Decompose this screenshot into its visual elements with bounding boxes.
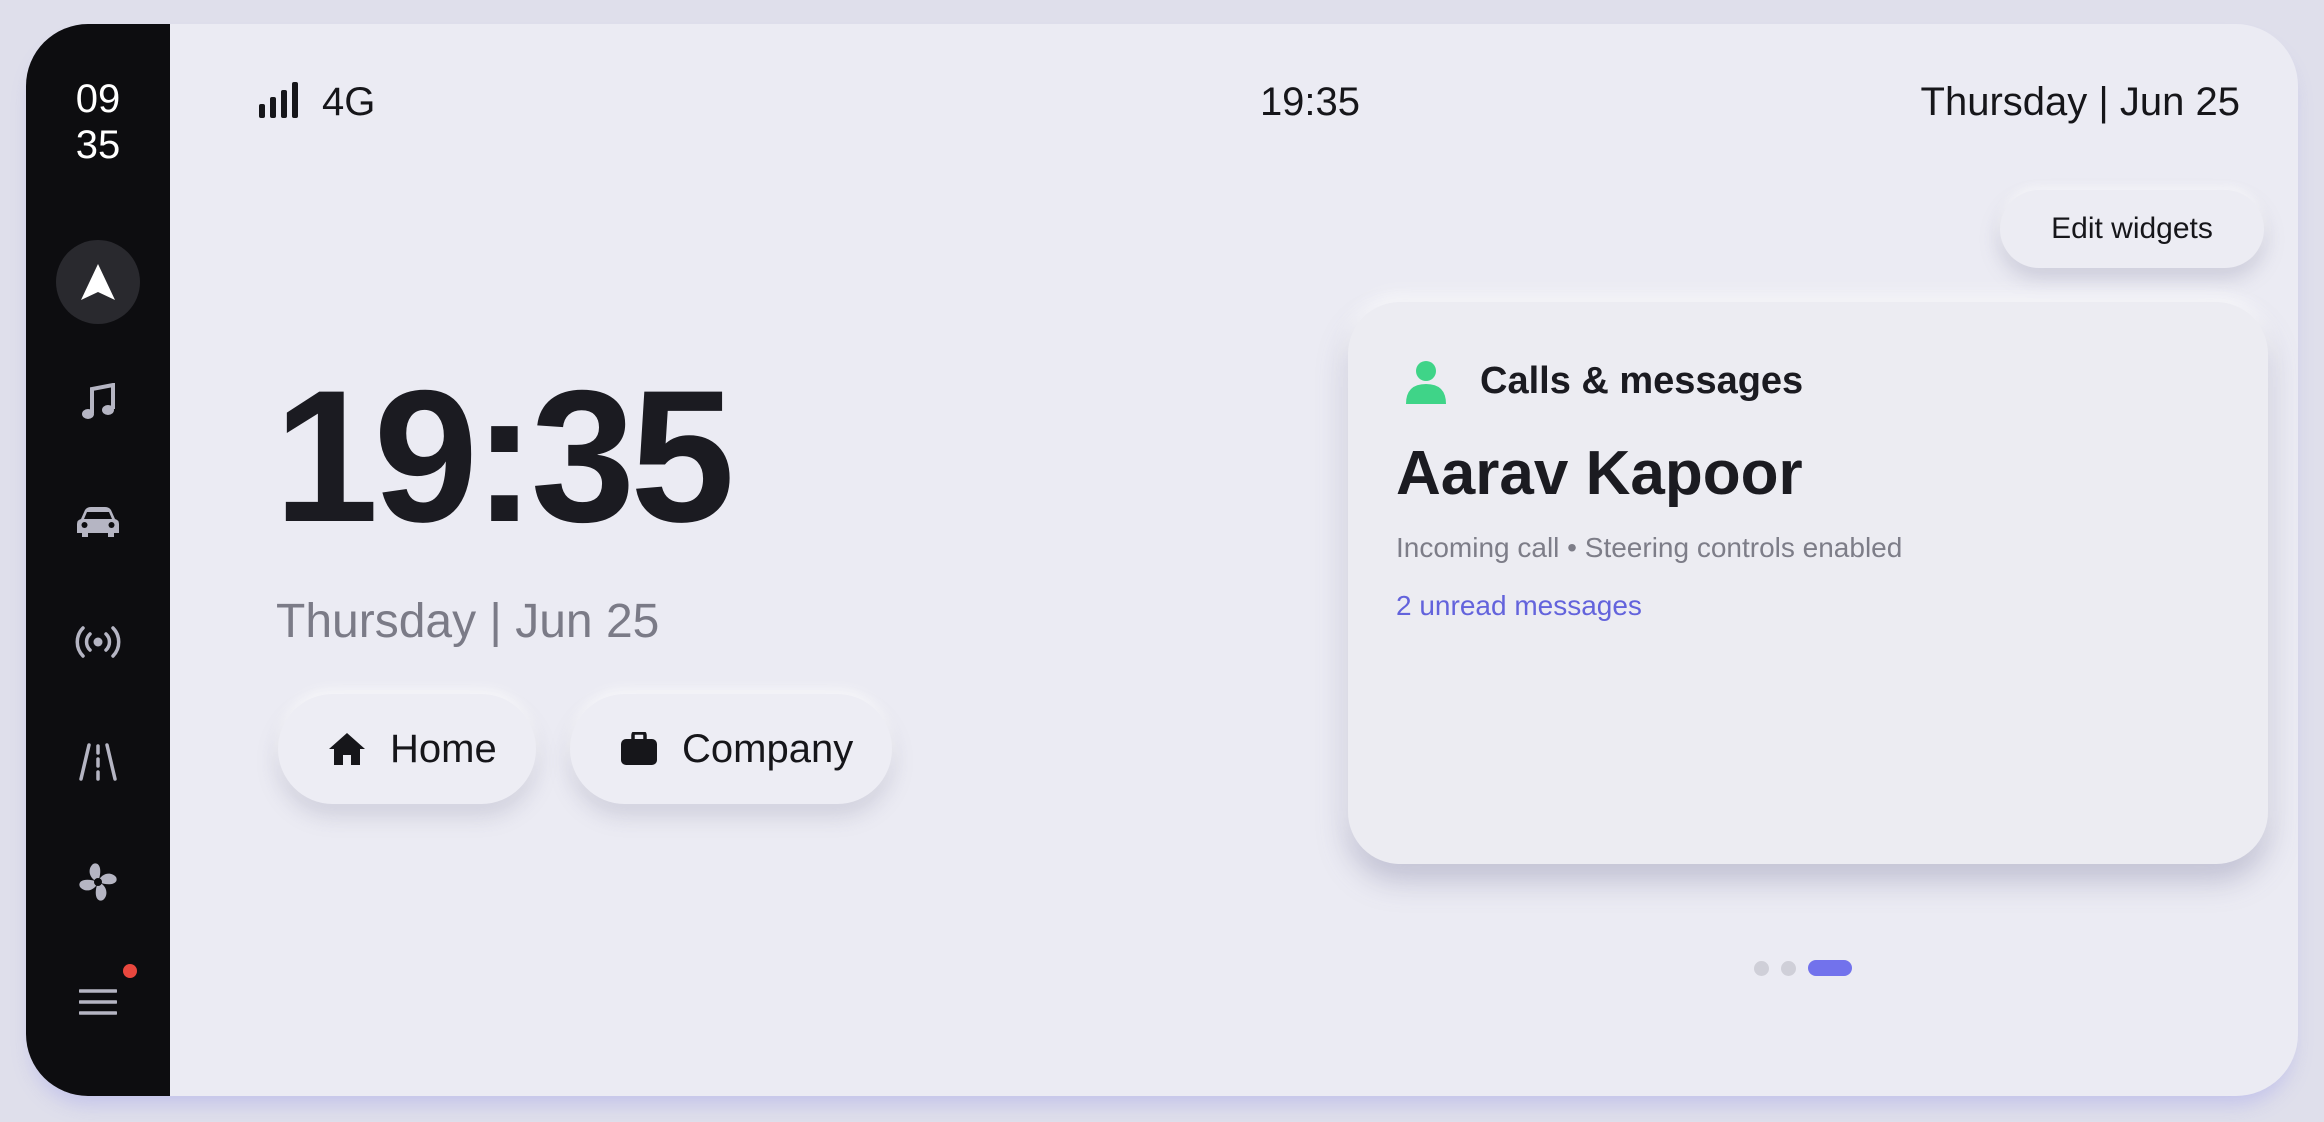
navigation-arrow-icon (81, 264, 115, 300)
home-shortcut-button[interactable]: Home (278, 694, 536, 804)
sidebar-item-navigation[interactable] (56, 240, 140, 324)
home-shortcut-label: Home (390, 726, 497, 771)
fan-icon (79, 863, 117, 901)
broadcast-icon (75, 626, 121, 658)
sidebar-item-radio[interactable] (56, 600, 140, 684)
network-type: 4G (322, 80, 376, 124)
call-status: Incoming call • Steering controls enable… (1396, 532, 1903, 563)
pager-dot-active[interactable] (1808, 960, 1852, 976)
widget-title: Calls & messages (1480, 360, 1804, 402)
edit-widgets-button[interactable]: Edit widgets (2000, 190, 2264, 268)
signal-strength-icon (259, 82, 298, 118)
sidebar-item-driving[interactable] (56, 720, 140, 804)
main-clock: 19:35 (274, 351, 735, 561)
widget-pager (1754, 959, 1852, 977)
person-icon (1406, 361, 1446, 404)
status-time: 19:35 (1259, 80, 1361, 124)
sidebar: 09 35 (26, 24, 170, 1096)
unread-messages-link[interactable]: 2 unread messages (1396, 590, 1642, 622)
main-date: Thursday | Jun 25 (276, 595, 660, 648)
sidebar-item-music[interactable] (56, 360, 140, 444)
sidebar-clock: 09 35 (26, 76, 170, 168)
sidebar-clock-minutes: 35 (75, 123, 121, 167)
company-shortcut-button[interactable]: Company (570, 694, 892, 804)
company-shortcut-label: Company (682, 726, 854, 771)
briefcase-icon (621, 732, 657, 765)
car-icon (77, 507, 119, 537)
menu-notification-badge (123, 964, 137, 978)
sidebar-item-climate[interactable] (56, 840, 140, 924)
sidebar-clock-hours: 09 (75, 77, 121, 121)
status-date: Thursday | Jun 25 (1920, 80, 2240, 124)
pager-dot[interactable] (1754, 960, 1769, 976)
calls-messages-widget[interactable]: Calls & messages Aarav Kapoor Incoming c… (1348, 302, 2268, 864)
status-bar: 4G 19:35 Thursday | Jun 25 (170, 24, 2298, 174)
pager-dot[interactable] (1781, 960, 1796, 976)
hamburger-menu-icon (79, 989, 117, 1015)
home-icon (329, 733, 365, 765)
dashboard-screen: 09 35 4G 19:35 Thursday | Jun 25 19:35 T… (26, 24, 2298, 1096)
sidebar-item-vehicle[interactable] (56, 480, 140, 564)
music-note-icon (82, 383, 115, 419)
contact-name: Aarav Kapoor (1396, 439, 1803, 508)
road-icon (79, 743, 117, 781)
